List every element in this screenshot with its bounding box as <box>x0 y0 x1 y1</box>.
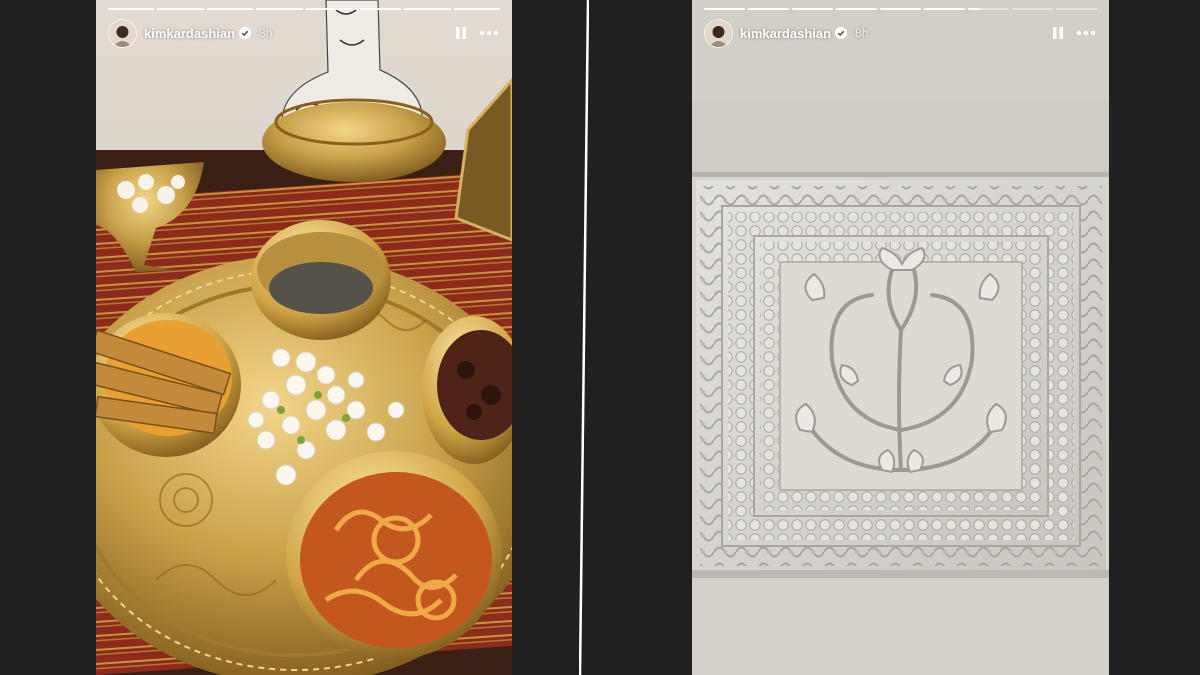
more-options-icon <box>479 30 499 36</box>
progress-segment-fill <box>206 8 254 10</box>
more-options-button[interactable] <box>1075 22 1097 44</box>
verified-badge-icon <box>835 27 848 39</box>
progress-segment <box>404 8 451 10</box>
progress-segment <box>880 8 921 10</box>
progress-segment-fill <box>108 8 155 10</box>
profile-avatar[interactable] <box>108 18 137 48</box>
story-username[interactable]: kimkardashian <box>740 26 831 41</box>
story-photo-carved-marble-panel <box>692 0 1109 675</box>
progress-segment-fill <box>453 8 500 10</box>
progress-segment-fill <box>924 8 965 10</box>
story-header: kimkardashian 8h <box>704 18 1097 48</box>
progress-segment-fill <box>792 8 833 10</box>
profile-avatar[interactable] <box>704 18 733 48</box>
progress-segment <box>354 8 402 10</box>
progress-segment <box>157 8 204 10</box>
progress-segment-fill <box>704 8 745 10</box>
panel-divider <box>579 0 589 675</box>
progress-segment <box>924 8 965 10</box>
progress-segment <box>256 8 303 10</box>
progress-segment <box>704 8 745 10</box>
progress-segment-fill <box>354 8 402 10</box>
story-progress-bar <box>108 8 500 10</box>
pause-icon <box>456 27 466 39</box>
progress-segment <box>748 8 789 10</box>
progress-segment-fill <box>880 8 921 10</box>
progress-segment <box>1012 8 1053 10</box>
story-timestamp: 8h <box>855 26 869 40</box>
more-options-icon <box>1076 30 1096 36</box>
progress-segment <box>968 8 1009 10</box>
pause-icon <box>1053 27 1063 39</box>
progress-segment <box>792 8 833 10</box>
progress-segment-fill <box>157 8 204 10</box>
story-panel-right[interactable]: kimkardashian 8h <box>692 0 1109 675</box>
story-progress-bar <box>704 8 1097 10</box>
more-options-button[interactable] <box>478 22 500 44</box>
progress-segment-fill <box>748 8 789 10</box>
progress-segment-fill <box>968 8 981 10</box>
story-timestamp: 8h <box>259 26 273 40</box>
progress-segment <box>836 8 877 10</box>
story-panel-left[interactable]: kimkardashian 8h <box>96 0 512 675</box>
progress-segment-fill <box>256 8 303 10</box>
pause-button[interactable] <box>450 22 472 44</box>
progress-segment <box>108 8 155 10</box>
pause-button[interactable] <box>1047 22 1069 44</box>
story-photo-brass-platter <box>96 0 512 675</box>
progress-segment-fill <box>404 8 451 10</box>
progress-segment-fill <box>836 8 877 10</box>
verified-badge-icon <box>239 27 252 39</box>
story-header: kimkardashian 8h <box>108 18 500 48</box>
progress-segment <box>305 8 352 10</box>
progress-segment <box>206 8 254 10</box>
story-username[interactable]: kimkardashian <box>144 26 235 41</box>
progress-segment-fill <box>305 8 352 10</box>
progress-segment <box>453 8 500 10</box>
progress-segment <box>1056 8 1097 10</box>
